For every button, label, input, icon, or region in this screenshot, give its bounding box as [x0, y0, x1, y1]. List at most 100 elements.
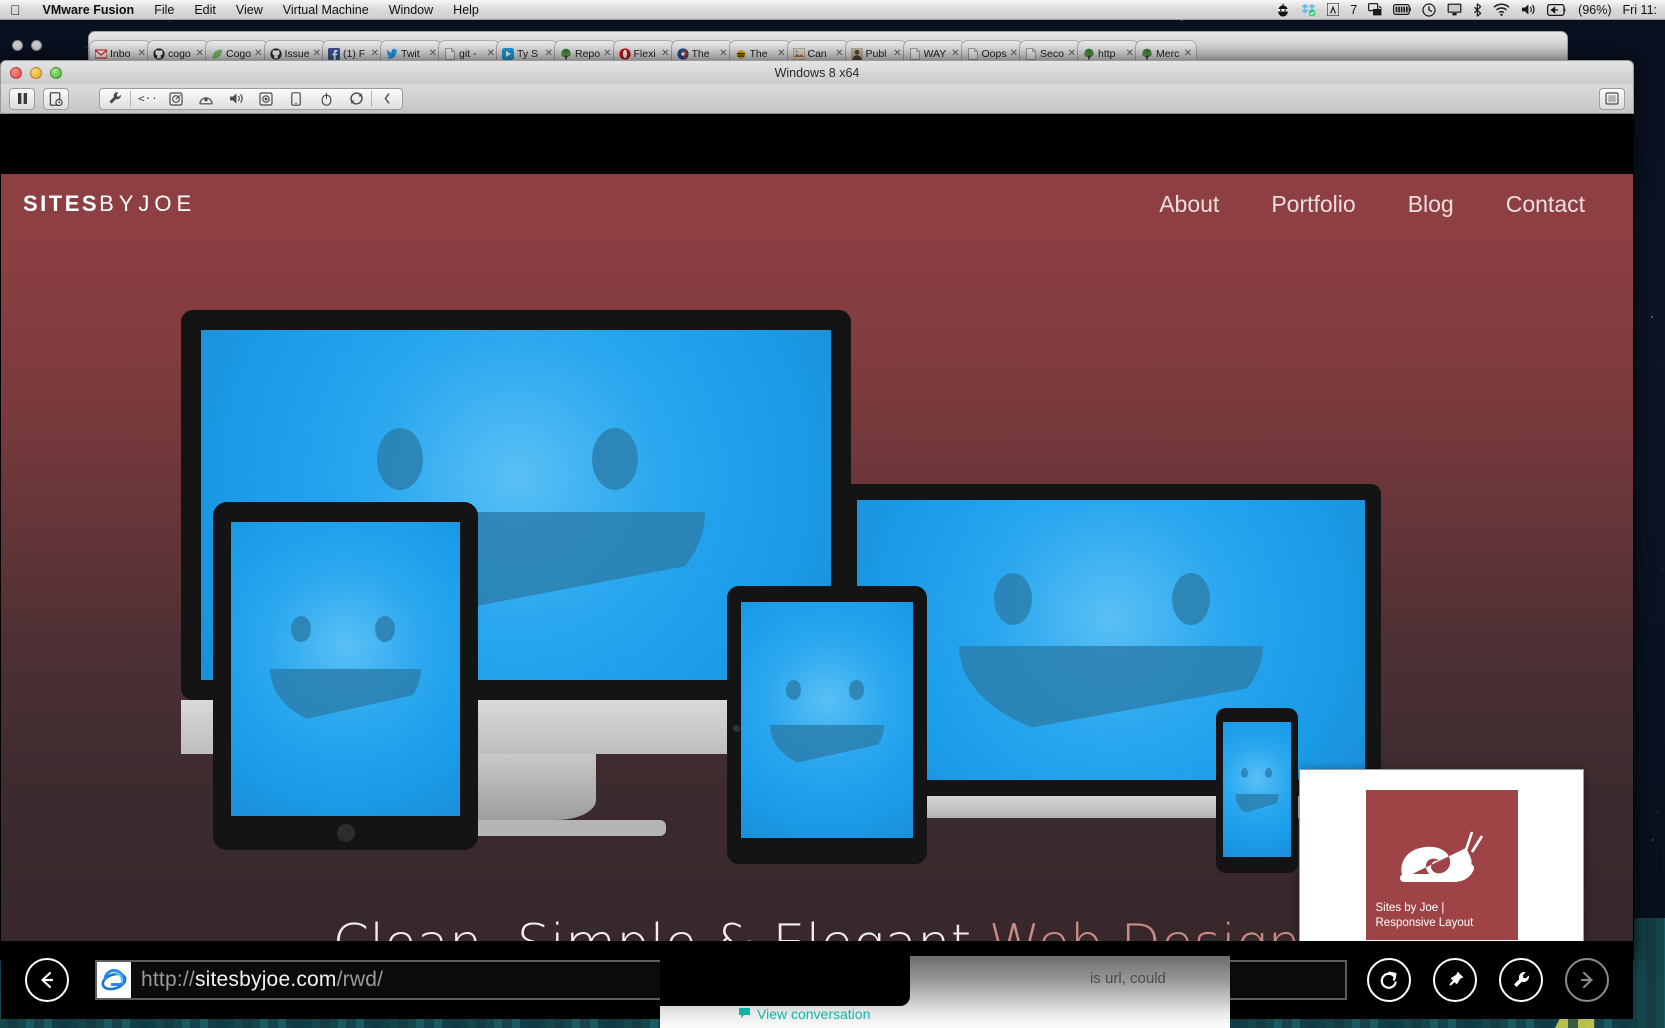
- chrome-tab-close-icon[interactable]: ✕: [1126, 48, 1134, 59]
- nav-link-blog[interactable]: Blog: [1408, 191, 1454, 218]
- chrome-tab-label: Merc: [1156, 48, 1181, 60]
- snapshot-icon[interactable]: [43, 88, 69, 110]
- face-eye-left: [994, 573, 1032, 625]
- airplay-icon[interactable]: [1368, 3, 1382, 16]
- tree-icon: [1083, 48, 1095, 60]
- smiley-face-tablet2: [741, 602, 913, 838]
- menu-app-name[interactable]: VMware Fusion: [33, 3, 145, 17]
- sync-icon[interactable]: [341, 88, 371, 110]
- timemachine-icon[interactable]: [1422, 3, 1436, 17]
- ninja-icon[interactable]: [1276, 3, 1290, 17]
- adobe-icon[interactable]: [1327, 3, 1339, 16]
- refresh-icon[interactable]: [1367, 958, 1411, 1002]
- tools-wrench-icon[interactable]: [1499, 958, 1543, 1002]
- harddisk-icon[interactable]: [161, 88, 191, 110]
- menu-item-virtual-machine[interactable]: Virtual Machine: [273, 3, 379, 17]
- chrome-tab-label: Twit: [401, 48, 426, 60]
- camera-device-icon[interactable]: [191, 88, 221, 110]
- chrome-tab-close-icon[interactable]: ✕: [893, 48, 901, 59]
- face-eye-left: [291, 616, 311, 642]
- internet-explorer-icon: [97, 962, 131, 998]
- battery-icon[interactable]: [1393, 4, 1411, 15]
- ie-toolbar-buttons[interactable]: [1367, 958, 1609, 1002]
- network-icon[interactable]: <··>: [131, 88, 161, 110]
- volume-icon[interactable]: [1521, 3, 1536, 16]
- chrome-tab-close-icon[interactable]: ✕: [138, 48, 146, 59]
- mouse-icon[interactable]: [311, 88, 341, 110]
- windows-guest-viewport[interactable]: SITESBYJOE About Portfolio Blog Contact: [1, 174, 1633, 1019]
- collapse-icon[interactable]: [372, 88, 402, 110]
- site-navigation[interactable]: About Portfolio Blog Contact: [1159, 191, 1585, 218]
- bee-icon: [735, 48, 747, 60]
- menu-item-view[interactable]: View: [226, 3, 273, 17]
- photo-icon: [793, 48, 805, 60]
- chrome-tab-close-icon[interactable]: ✕: [429, 48, 437, 59]
- background-window-controls[interactable]: [12, 40, 42, 51]
- settings-wrench-icon[interactable]: [100, 88, 130, 110]
- back-arrow-icon[interactable]: [25, 958, 69, 1002]
- phone-screen: [1223, 722, 1291, 857]
- vmware-close-button[interactable]: [10, 67, 22, 79]
- chrome-tab-close-icon[interactable]: ✕: [254, 48, 262, 59]
- chrome-tab-label: Cogo: [226, 48, 251, 60]
- vmware-window-controls[interactable]: [10, 67, 62, 79]
- vmware-zoom-button[interactable]: [50, 67, 62, 79]
- chrome-tab-label: Oops: [982, 48, 1007, 60]
- webcam-icon[interactable]: [251, 88, 281, 110]
- forward-arrow-icon[interactable]: [1565, 958, 1609, 1002]
- chrome-tab-label: (1) F: [343, 48, 368, 60]
- vmware-device-toolbar[interactable]: <··>: [99, 88, 403, 110]
- adobe-count: 7: [1350, 3, 1357, 17]
- pin-site-icon[interactable]: [1433, 958, 1477, 1002]
- apple-menu-icon[interactable]: : [0, 2, 33, 18]
- chrome-tab-close-icon[interactable]: ✕: [196, 48, 204, 59]
- vmware-minimize-button[interactable]: [30, 67, 42, 79]
- site-logo[interactable]: SITESBYJOE: [23, 191, 196, 217]
- chrome-tab-close-icon[interactable]: ✕: [313, 48, 321, 59]
- chrome-tab-close-icon[interactable]: ✕: [835, 48, 843, 59]
- vmware-title-bar[interactable]: Windows 8 x64: [0, 60, 1634, 84]
- face-smile: [270, 669, 421, 727]
- menu-clock[interactable]: Fri 11:: [1623, 3, 1658, 17]
- chrome-tab-label: Publ: [866, 48, 891, 60]
- menu-item-file[interactable]: File: [144, 3, 184, 17]
- bg-close-button[interactable]: [12, 40, 23, 51]
- chrome-tab-close-icon[interactable]: ✕: [1184, 48, 1192, 59]
- chrome-tab-close-icon[interactable]: ✕: [487, 48, 495, 59]
- chrome-tab-close-icon[interactable]: ✕: [951, 48, 959, 59]
- menu-item-window[interactable]: Window: [379, 3, 443, 17]
- face-smile: [770, 725, 884, 769]
- chrome-tab-close-icon[interactable]: ✕: [777, 48, 785, 59]
- wifi-icon[interactable]: [1493, 3, 1510, 16]
- speaker-icon[interactable]: [221, 88, 251, 110]
- nav-link-contact[interactable]: Contact: [1506, 191, 1585, 218]
- vmware-toolbar[interactable]: <··>: [0, 84, 1634, 114]
- pause-icon[interactable]: [9, 88, 35, 110]
- chrome-tab-close-icon[interactable]: ✕: [719, 48, 727, 59]
- fullscreen-icon[interactable]: [1599, 88, 1625, 110]
- nav-link-about[interactable]: About: [1159, 191, 1219, 218]
- chrome-tab-close-icon[interactable]: ✕: [545, 48, 553, 59]
- mobile-icon[interactable]: [281, 88, 311, 110]
- twitter-notification-popup[interactable]: is url, could View conversation: [660, 956, 1230, 1028]
- bg-minimize-button[interactable]: [31, 40, 42, 51]
- power-icon[interactable]: [1547, 4, 1567, 16]
- chrome-tab-close-icon[interactable]: ✕: [603, 48, 611, 59]
- chrome-tab-close-icon[interactable]: ✕: [1010, 48, 1018, 59]
- chrome-tab-close-icon[interactable]: ✕: [1068, 48, 1076, 59]
- chrome-tab-close-icon[interactable]: ✕: [661, 48, 669, 59]
- face-eye-right: [1265, 768, 1272, 778]
- tablet2-screen: [741, 602, 913, 838]
- display-icon[interactable]: [1447, 3, 1462, 16]
- bluetooth-icon[interactable]: [1473, 3, 1482, 17]
- tablet-home-button[interactable]: [337, 824, 355, 842]
- nav-link-portfolio[interactable]: Portfolio: [1271, 191, 1355, 218]
- chrome-tab-close-icon[interactable]: ✕: [371, 48, 379, 59]
- menu-item-edit[interactable]: Edit: [184, 3, 226, 17]
- menu-item-help[interactable]: Help: [443, 3, 489, 17]
- chrome-tab-label: cogo: [168, 48, 193, 60]
- url-prefix: http://: [141, 968, 195, 991]
- url-domain: sitesbyjoe.com: [195, 968, 337, 991]
- view-conversation-link[interactable]: View conversation: [738, 1006, 870, 1022]
- dropbox-icon[interactable]: [1301, 3, 1316, 17]
